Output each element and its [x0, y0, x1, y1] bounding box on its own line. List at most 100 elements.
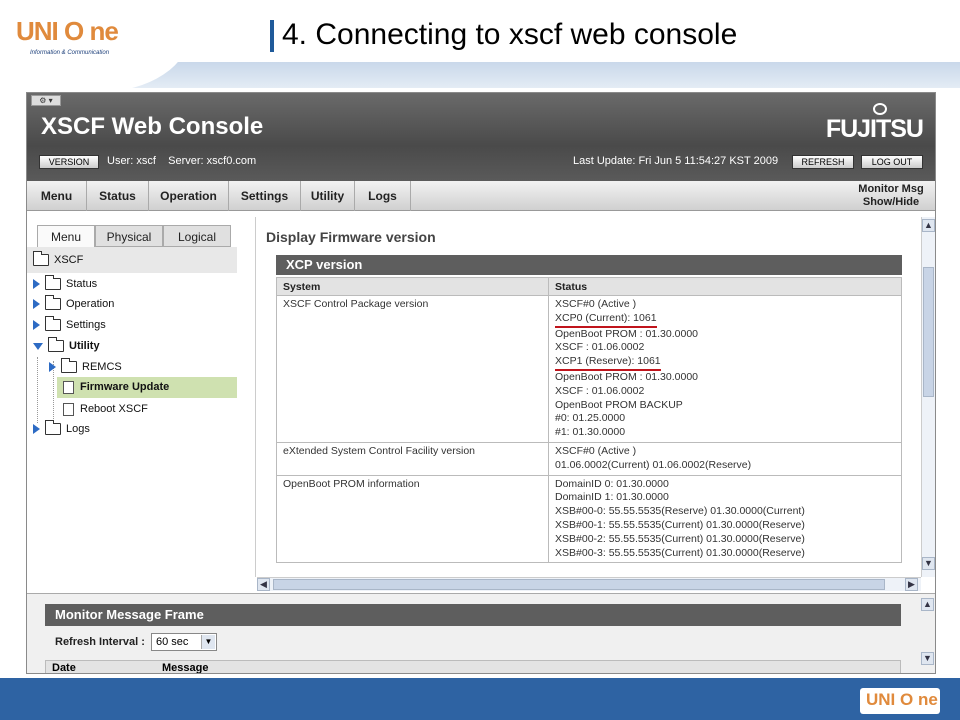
- scrollbar-thumb[interactable]: [273, 579, 885, 590]
- tree-item-remcs[interactable]: REMCS: [49, 358, 122, 376]
- tab-physical[interactable]: Physical: [95, 225, 163, 247]
- table-row: XSCF Control Package version XSCF#0 (Act…: [276, 295, 902, 443]
- tree-item-label: Settings: [66, 319, 106, 331]
- firmware-table: System Status XSCF Control Package versi…: [276, 277, 902, 564]
- scroll-up-icon[interactable]: ▲: [922, 219, 935, 232]
- status-line-highlighted: XCP1 (Reserve): 1061: [555, 355, 661, 371]
- monitor-msg-label: Monitor Msg: [858, 183, 924, 195]
- expand-arrow-icon[interactable]: [33, 424, 40, 435]
- status-line: XSCF : 01.06.0002: [555, 384, 645, 397]
- system-cell: OpenBoot PROM information: [276, 474, 549, 564]
- table-row: eXtended System Control Facility version…: [276, 441, 902, 476]
- column-header-date: Date: [52, 662, 76, 674]
- expand-arrow-icon[interactable]: [33, 299, 40, 310]
- monitor-frame-title: Monitor Message Frame: [45, 604, 901, 626]
- status-cell: XSCF#0 (Active ) 01.06.0002(Current) 01.…: [548, 441, 902, 476]
- title-accent-bar: [270, 20, 274, 52]
- slide-footer: UNI O ne: [0, 678, 960, 720]
- folder-icon: [45, 295, 61, 311]
- last-update-label: Last Update:: [573, 155, 636, 167]
- user-server-info: User: xscf Server: xscf0.com: [107, 155, 256, 167]
- tree-item-label: Utility: [69, 340, 100, 352]
- tree-item-logs[interactable]: Logs: [33, 420, 90, 438]
- column-header-system: System: [276, 277, 549, 296]
- system-cell: XSCF Control Package version: [276, 295, 549, 443]
- tree-line: [37, 357, 38, 423]
- slide-header: UNI O ne Information & Communication 4. …: [0, 0, 960, 92]
- refresh-button[interactable]: REFRESH: [792, 155, 854, 169]
- show-hide-label: Show/Hide: [862, 196, 920, 208]
- xscf-screenshot: ⚙ ▾ XSCF Web Console FUJITSU VERSION Use…: [26, 92, 936, 674]
- footer-logo-text: UNI O ne: [866, 690, 938, 709]
- table-header-row: System Status: [276, 277, 902, 296]
- menu-logs[interactable]: Logs: [355, 181, 411, 211]
- tree-item-status[interactable]: Status: [33, 275, 97, 293]
- collapse-arrow-icon[interactable]: [33, 342, 43, 350]
- horizontal-scrollbar[interactable]: ◀ ▶: [257, 577, 921, 591]
- vertical-scrollbar[interactable]: ▲ ▼: [921, 217, 935, 577]
- status-line: XSB#00-0: 55.55.5535(Reserve) 01.30.0000…: [555, 505, 805, 518]
- tab-logical[interactable]: Logical: [163, 225, 231, 247]
- table-row: OpenBoot PROM information DomainID 0: 01…: [276, 474, 902, 564]
- status-line-highlighted: XCP0 (Current): 1061: [555, 312, 657, 328]
- status-line: OpenBoot PROM BACKUP: [555, 398, 683, 411]
- folder-icon: [45, 275, 61, 291]
- left-nav: Menu Physical Logical XSCF Status Operat…: [27, 217, 237, 593]
- tab-menu[interactable]: Menu: [37, 225, 95, 247]
- status-line: XSB#00-2: 55.55.5535(Current) 01.30.0000…: [555, 532, 805, 545]
- menu-menu[interactable]: Menu: [27, 181, 87, 211]
- tree-root-xscf[interactable]: XSCF: [33, 251, 83, 269]
- app-header: ⚙ ▾ XSCF Web Console FUJITSU VERSION Use…: [27, 93, 935, 181]
- chevron-down-icon[interactable]: ▼: [201, 635, 215, 649]
- menu-status[interactable]: Status: [87, 181, 149, 211]
- monitor-msg-toggle[interactable]: Monitor Msg Show/Hide: [851, 183, 931, 209]
- server-label: Server:: [168, 155, 204, 167]
- menu-utility[interactable]: Utility: [301, 181, 355, 211]
- status-cell: XSCF#0 (Active ) XCP0 (Current): 1061 Op…: [548, 295, 902, 443]
- refresh-interval-select[interactable]: 60 sec ▼: [151, 633, 217, 651]
- status-line: XSCF#0 (Active ): [555, 298, 637, 310]
- menu-operation[interactable]: Operation: [149, 181, 229, 211]
- status-line: 01.06.0002(Current) 01.06.0002(Reserve): [555, 458, 752, 471]
- document-icon: [63, 380, 74, 394]
- tree-root-label: XSCF: [54, 254, 84, 266]
- folder-icon: [45, 316, 61, 332]
- tree-item-operation[interactable]: Operation: [33, 295, 114, 313]
- document-icon: [63, 402, 74, 416]
- status-line: DomainID 1: 01.30.0000: [555, 491, 669, 504]
- frame-scroll-up-icon[interactable]: ▲: [921, 598, 934, 611]
- status-line: XSCF#0 (Active ): [555, 444, 637, 457]
- section-title: XCP version: [276, 255, 902, 275]
- system-cell: eXtended System Control Facility version: [276, 441, 549, 476]
- tree-item-utility[interactable]: Utility: [33, 337, 100, 355]
- fujitsu-swirl-icon: [873, 103, 887, 115]
- refresh-interval-value: 60 sec: [156, 636, 189, 648]
- status-line: XSCF : 01.06.0002: [555, 341, 645, 354]
- tree-item-label: Operation: [66, 298, 115, 310]
- tree-item-firmware-update[interactable]: Firmware Update: [63, 378, 169, 396]
- menu-settings[interactable]: Settings: [229, 181, 301, 211]
- expand-arrow-icon[interactable]: [33, 320, 40, 331]
- tree-item-label: Status: [66, 278, 98, 290]
- logout-button[interactable]: LOG OUT: [861, 155, 923, 169]
- expand-arrow-icon[interactable]: [49, 362, 56, 373]
- browser-menu-icon[interactable]: ⚙ ▾: [31, 95, 61, 106]
- tree-item-settings[interactable]: Settings: [33, 316, 106, 334]
- tree-item-reboot-xscf[interactable]: Reboot XSCF: [63, 400, 148, 418]
- scroll-down-icon[interactable]: ▼: [922, 557, 935, 570]
- frame-scroll-down-icon[interactable]: ▼: [921, 652, 934, 665]
- version-button[interactable]: VERSION: [39, 155, 99, 169]
- tree-item-label: REMCS: [82, 361, 122, 373]
- footer-logo: UNI O ne: [860, 688, 940, 714]
- status-line: #1: 01.30.0000: [555, 426, 626, 439]
- tree-item-label: Logs: [66, 423, 90, 435]
- scrollbar-thumb[interactable]: [923, 267, 934, 397]
- user-value: xscf: [136, 155, 156, 167]
- scroll-left-icon[interactable]: ◀: [257, 578, 270, 591]
- scroll-right-icon[interactable]: ▶: [905, 578, 918, 591]
- monitor-message-frame: Monitor Message Frame Refresh Interval :…: [27, 593, 935, 674]
- tree-item-label: Firmware Update: [80, 381, 170, 393]
- status-line: OpenBoot PROM : 01.30.0000: [555, 370, 699, 383]
- expand-arrow-icon[interactable]: [33, 279, 40, 290]
- page-heading: Display Firmware version: [266, 229, 436, 245]
